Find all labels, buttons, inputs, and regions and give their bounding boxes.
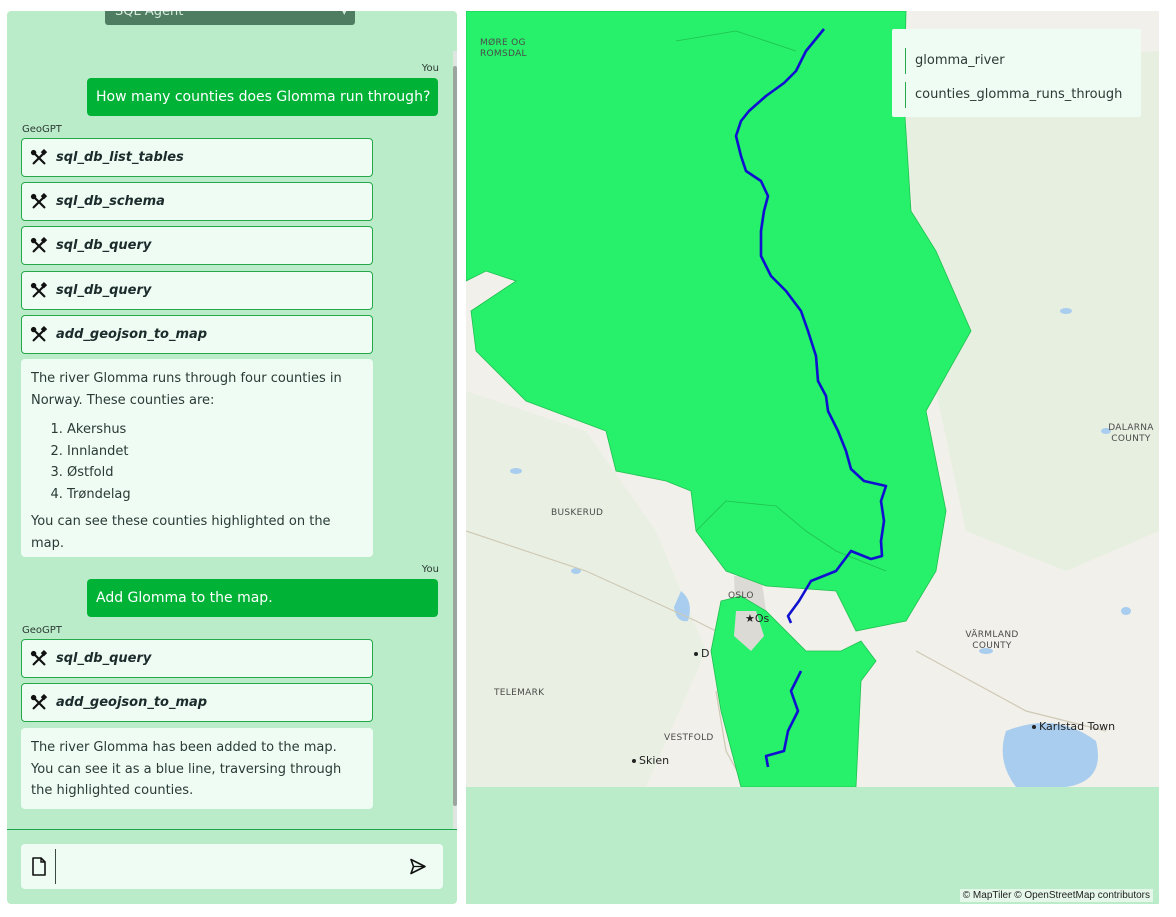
tool-call[interactable]: sql_db_query [21,226,373,265]
wrench-screwdriver-icon [30,326,48,342]
sender-label: You [421,63,439,74]
wrench-screwdriver-icon [30,650,48,666]
message-composer [21,844,443,889]
chat-scrollbar-thumb[interactable] [453,66,457,806]
message-text: The river Glomma has been added to the m… [31,740,342,798]
tool-name: sql_db_query [56,651,152,666]
message-text: You can see these counties highlighted o… [31,514,331,551]
assistant-message: The river Glomma has been added to the m… [21,728,373,809]
assistant-message: The river Glomma runs through four count… [21,359,373,557]
tool-name: sql_db_query [56,283,152,298]
map-attribution[interactable]: © MapTiler © OpenStreetMap contributors [959,889,1153,902]
city-dot-icon [694,652,698,656]
map-layers [466,11,1159,787]
message-input[interactable] [55,849,395,884]
sender-label: GeoGPT [22,124,62,135]
map-panel: MØRE OG ROMSDAL DALARNA COUNTY BUSKERUD … [466,11,1159,904]
tool-call[interactable]: sql_db_list_tables [21,138,373,177]
region-label-more-og-romsdal: MØRE OG ROMSDAL [480,38,527,59]
sender-label: You [421,564,439,575]
agent-select[interactable]: SQL Agent ▾ [105,11,355,25]
city-label-drammen[interactable]: D [694,647,709,660]
tool-name: add_geojson_to_map [56,327,208,342]
region-label-varmland: VÄRMLAND COUNTY [965,630,1019,651]
agent-select-value: SQL Agent [115,11,184,19]
send-icon[interactable] [409,858,427,875]
city-dot-icon [632,759,636,763]
file-icon[interactable] [31,857,47,876]
tool-call[interactable]: add_geojson_to_map [21,683,373,722]
wrench-screwdriver-icon [30,237,48,253]
tool-call[interactable]: sql_db_query [21,639,373,678]
map-canvas[interactable]: MØRE OG ROMSDAL DALARNA COUNTY BUSKERUD … [466,11,1159,787]
region-label-telemark: TELEMARK [494,688,545,698]
sender-label: GeoGPT [22,625,62,636]
tool-name: add_geojson_to_map [56,695,208,710]
legend-item-counties[interactable]: counties_glomma_runs_through [905,82,1122,108]
city-label-karlstad[interactable]: Karlstad Town [1032,720,1115,733]
chevron-down-icon: ▾ [341,11,347,18]
region-label-vestfold: VESTFOLD [664,733,714,743]
county-list: Akershus Innlandet Østfold Trøndelag [31,419,363,505]
city-dot-icon [1032,725,1036,729]
capital-star-icon: ★ [745,612,755,625]
tool-call[interactable]: sql_db_query [21,271,373,310]
chat-history[interactable]: SQL Agent ▾ You How many counties does G… [7,11,457,829]
wrench-screwdriver-icon [30,149,48,165]
city-label-skien[interactable]: Skien [632,754,669,767]
wrench-screwdriver-icon [30,282,48,298]
chat-panel: SQL Agent ▾ You How many counties does G… [7,11,457,904]
message-text: The river Glomma runs through four count… [31,371,342,408]
list-item: Trøndelag [67,484,363,506]
city-label-oslo[interactable]: ★Os [745,612,769,625]
tool-call[interactable]: add_geojson_to_map [21,315,373,354]
layer-legend: glomma_river counties_glomma_runs_throug… [892,29,1141,117]
user-message: How many counties does Glomma run throug… [87,78,438,116]
list-item: Østfold [67,462,363,484]
divider [7,829,457,830]
tool-name: sql_db_list_tables [56,150,184,165]
tool-name: sql_db_schema [56,194,165,209]
user-message: Add Glomma to the map. [87,579,438,617]
wrench-screwdriver-icon [30,694,48,710]
region-label-oslo: OSLO [728,591,754,601]
list-item: Akershus [67,419,363,441]
region-label-buskerud: BUSKERUD [551,508,604,518]
legend-item-glomma-river[interactable]: glomma_river [905,48,1005,74]
wrench-screwdriver-icon [30,193,48,209]
tool-name: sql_db_query [56,238,152,253]
list-item: Innlandet [67,441,363,463]
region-label-dalarna: DALARNA COUNTY [1108,423,1154,444]
tool-call[interactable]: sql_db_schema [21,182,373,221]
